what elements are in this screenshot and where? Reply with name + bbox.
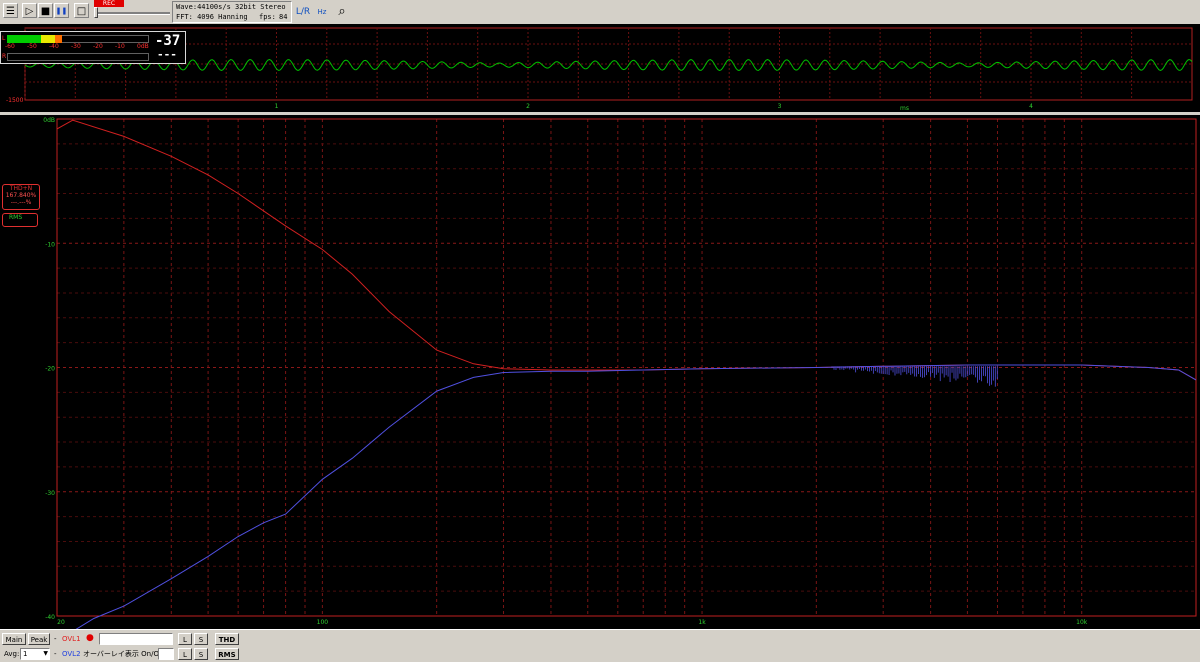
waveform-x-tick: 3 bbox=[778, 103, 782, 110]
spectrum-series-1 bbox=[56, 119, 1197, 381]
toolbar: ☰ ▷ ■ ❚❚ □ REC Wave:44100s/s 32bit Stere… bbox=[0, 0, 1200, 34]
pause-button[interactable]: ❚❚ bbox=[54, 3, 69, 18]
zoom-icon[interactable]: ⌕ bbox=[333, 3, 351, 21]
spectrum-y-tick-label: -20 bbox=[45, 366, 55, 373]
meter-r-level-bar bbox=[7, 53, 149, 61]
rms-readout[interactable]: RMS bbox=[2, 213, 38, 227]
avg-select[interactable]: 1 ▼ bbox=[20, 648, 50, 660]
thd-readout[interactable]: THD+N 167.840% ---.---% bbox=[2, 184, 40, 210]
main-button[interactable]: Main bbox=[2, 633, 26, 645]
spectrum-scale-icon[interactable]: Hz dB bbox=[313, 3, 331, 34]
level-meter: L -60 -50 -40 -30 -20 -10 0dB R -37 --- bbox=[0, 31, 186, 64]
separator-dash-1: - bbox=[54, 635, 57, 643]
waveform-x-ticks: 1 2 3 4 bbox=[275, 103, 1034, 110]
volume-slider-thumb[interactable] bbox=[94, 7, 98, 18]
spectrum-x-tick-label: 100 bbox=[317, 619, 329, 626]
rec-level-badge: REC bbox=[94, 0, 124, 7]
waveform-frame bbox=[24, 27, 1193, 101]
spectrum-grid bbox=[56, 118, 1197, 617]
ovl1-label: OVL1 bbox=[62, 635, 81, 643]
chevron-down-icon[interactable]: ▼ bbox=[43, 649, 48, 659]
waveform-trace bbox=[24, 58, 1193, 72]
ovl2-save-button[interactable]: S bbox=[194, 648, 208, 660]
meter-scale-label: -40 bbox=[49, 43, 59, 50]
meter-scale-label: -10 bbox=[115, 43, 125, 50]
waveform-x-tick: 2 bbox=[526, 103, 530, 110]
meter-peak-value: -37 bbox=[155, 33, 181, 49]
channel-toggle-icon[interactable]: L/R bbox=[294, 3, 312, 21]
record-button[interactable]: □ bbox=[74, 3, 89, 18]
spectrum-x-tick-label: 1k bbox=[698, 619, 706, 626]
waveform-x-tick: 4 bbox=[1029, 103, 1033, 110]
waveform-grid bbox=[24, 27, 1193, 101]
thd-value-secondary: ---.---% bbox=[10, 199, 32, 206]
meter-scale-label: -20 bbox=[93, 43, 103, 50]
ovl1-load-button[interactable]: L bbox=[178, 633, 192, 645]
spectrum-chart: 0dB -10 -20 -30 -4020 100 1k 10k bbox=[43, 117, 1197, 629]
meter-channel-r: R bbox=[2, 53, 7, 60]
fps-value: 84 bbox=[279, 13, 288, 21]
wave-format-text: Wave:44100s/s 32bit Stereo bbox=[176, 3, 286, 11]
spectrum-y-tick-label: -40 bbox=[45, 614, 55, 621]
meter-scale-label: -50 bbox=[27, 43, 37, 50]
play-button[interactable]: ▷ bbox=[22, 3, 37, 18]
waveform-x-unit: ms bbox=[900, 105, 909, 112]
rms-label: RMS bbox=[9, 214, 23, 221]
thd-value: 167.840% bbox=[5, 192, 37, 199]
bottom-controls: Main Peak - OVL1 ● L S THD Avg: 1 ▼ - OV… bbox=[0, 629, 1200, 662]
separator-dash-2: - bbox=[54, 650, 57, 658]
thd-button[interactable]: THD bbox=[215, 633, 239, 645]
meter-peak-value-r: --- bbox=[157, 48, 177, 61]
ovl1-input[interactable] bbox=[99, 633, 173, 645]
avg-label: Avg: bbox=[4, 650, 20, 658]
volume-slider-track[interactable] bbox=[96, 12, 170, 15]
peak-button[interactable]: Peak bbox=[28, 633, 50, 645]
spectrum-spike-artifacts bbox=[831, 366, 998, 387]
spectrum-x-tick-label: 10k bbox=[1076, 619, 1088, 626]
ovl2-load-button[interactable]: L bbox=[178, 648, 192, 660]
meter-scale-label: -60 bbox=[5, 43, 15, 50]
ovl1-save-button[interactable]: S bbox=[194, 633, 208, 645]
audio-info-box: Wave:44100s/s 32bit Stereo FFT: 4096 Han… bbox=[172, 1, 292, 23]
overlay-toggle-text[interactable]: オーバーレイ表示 On/Off bbox=[83, 648, 164, 660]
ovl2-label: OVL2 bbox=[62, 650, 81, 658]
meter-l-level-bar bbox=[7, 35, 63, 43]
record-dot-icon[interactable]: ● bbox=[86, 632, 94, 644]
spectrum-y-tick-label: -10 bbox=[45, 241, 55, 248]
rms-button[interactable]: RMS bbox=[215, 648, 239, 660]
spectrum-y-tick-label: 0dB bbox=[43, 117, 55, 124]
spectrum-x-tick-label: 20 bbox=[57, 619, 65, 626]
meter-channel-l: L bbox=[2, 35, 6, 42]
stop-button[interactable]: ■ bbox=[38, 3, 53, 18]
fps-label: fps: bbox=[259, 13, 276, 21]
spectrum-series-2 bbox=[75, 364, 1197, 629]
spectrum-panel: 0dB -10 -20 -30 -40 20 100 1k 10k bbox=[0, 115, 1200, 629]
thd-label: THD+N bbox=[9, 185, 33, 192]
meter-scale-label: -30 bbox=[71, 43, 81, 50]
spectrum-y-tick-label: -30 bbox=[45, 490, 55, 497]
avg-value: 1 bbox=[23, 650, 28, 658]
waveform-x-tick: 1 bbox=[275, 103, 279, 110]
meter-scale-label: 0dB bbox=[137, 43, 149, 50]
waveform-y-min-label: -1500 bbox=[6, 97, 24, 104]
fft-text: FFT: 4096 Hanning bbox=[176, 13, 248, 21]
menu-icon[interactable]: ☰ bbox=[3, 3, 18, 18]
ovl2-input[interactable] bbox=[158, 648, 174, 660]
